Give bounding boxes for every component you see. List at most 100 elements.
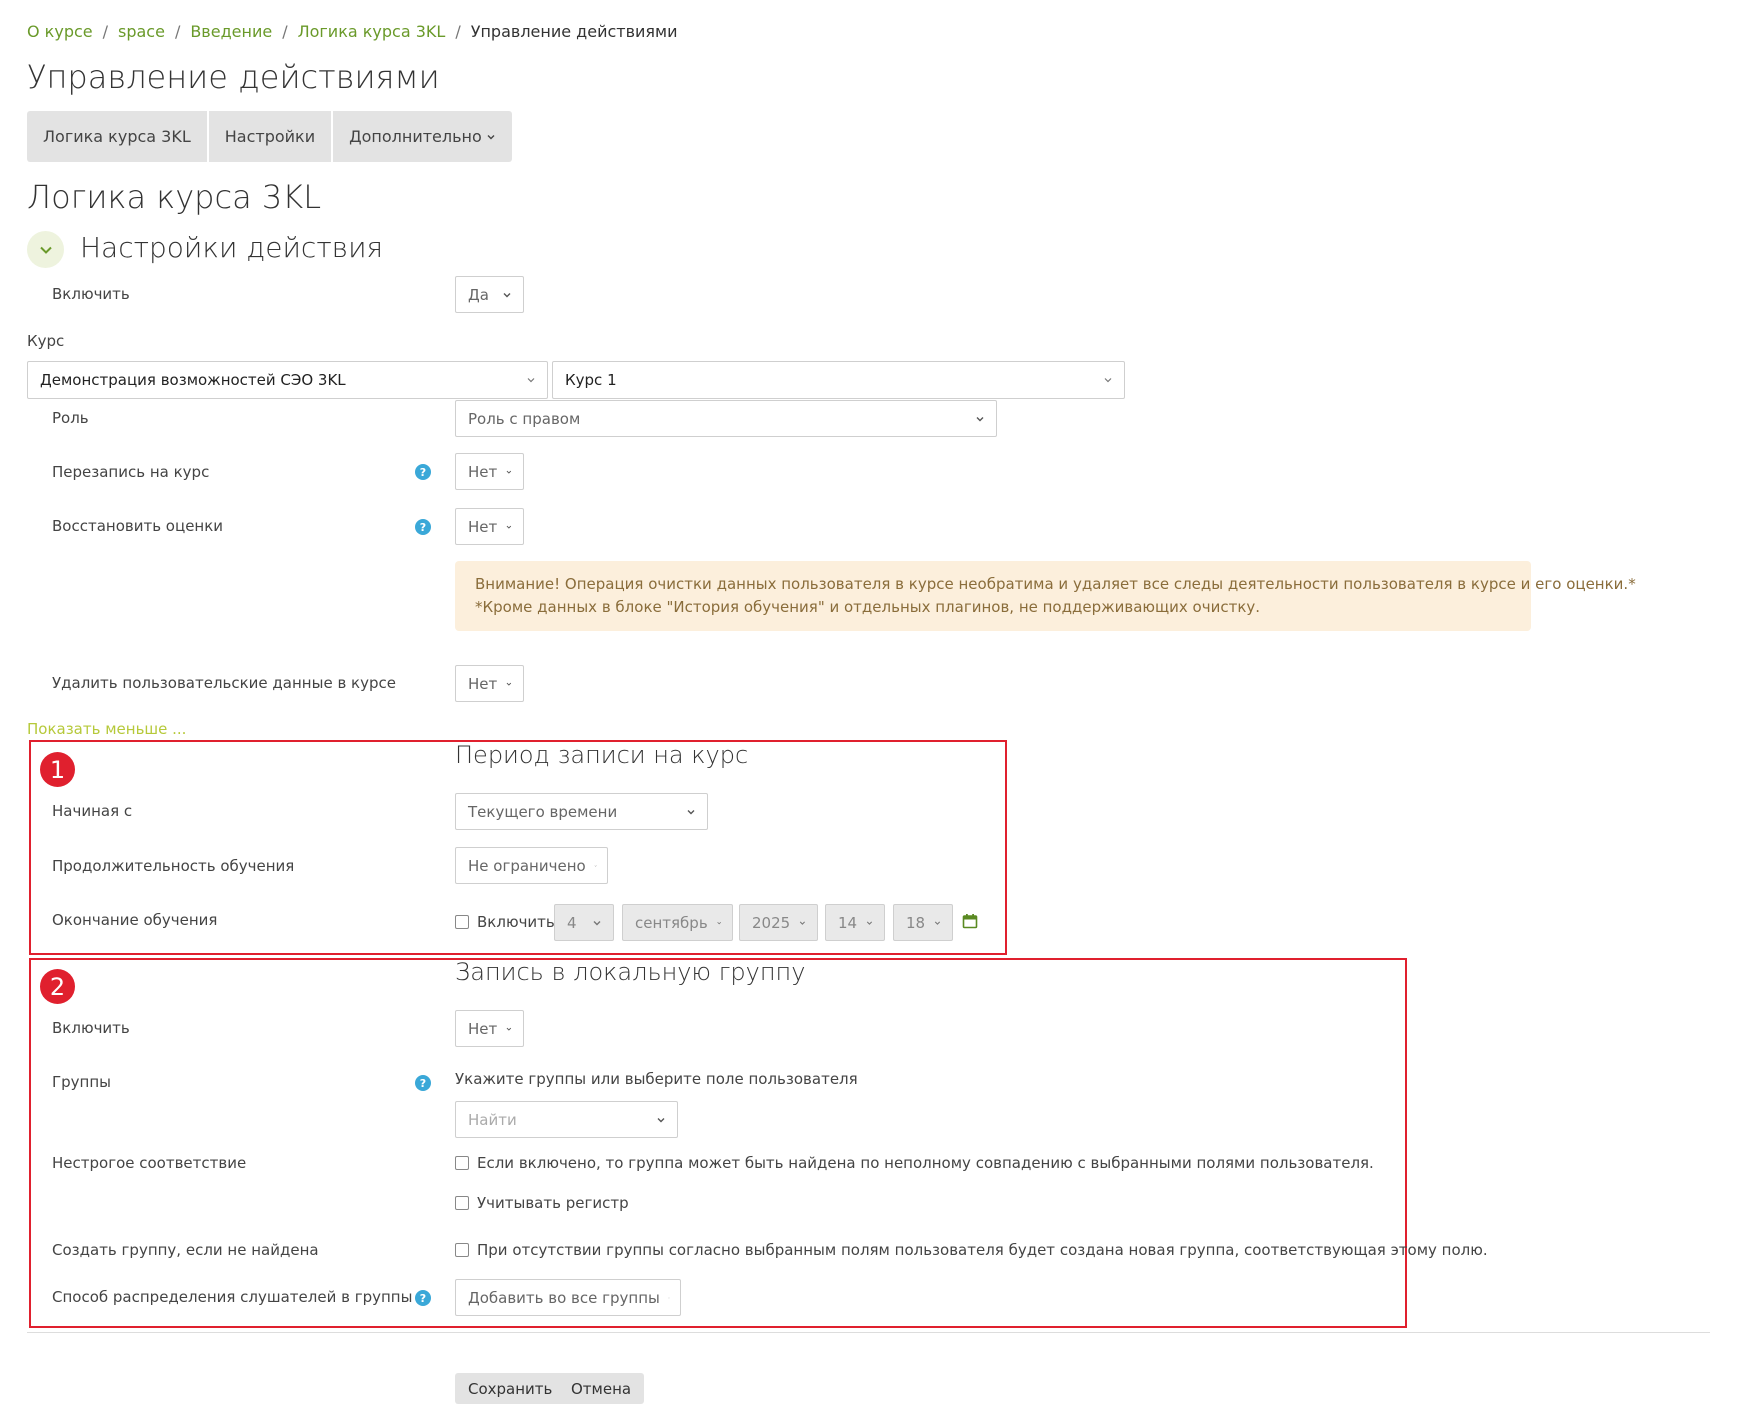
role-select[interactable]: Роль с правом bbox=[455, 400, 997, 437]
chevron-down-icon bbox=[506, 682, 512, 686]
create-group-label: Создать группу, если не найдена bbox=[52, 1241, 319, 1259]
annotation-badge-1: 1 bbox=[40, 752, 75, 787]
help-icon[interactable]: ? bbox=[415, 1075, 431, 1091]
loose-match-label: Нестрогое соответствие bbox=[52, 1154, 247, 1172]
chevron-down-icon bbox=[934, 921, 941, 925]
breadcrumb-separator: / bbox=[174, 22, 181, 41]
groups-search-select[interactable]: Найти bbox=[455, 1101, 678, 1138]
save-button[interactable]: Сохранить bbox=[455, 1373, 566, 1404]
course-select[interactable]: Курс 1 bbox=[552, 361, 1125, 399]
chevron-down-icon bbox=[594, 864, 597, 867]
distribution-label: Способ распределения слушателей в группы bbox=[52, 1288, 413, 1306]
enable-label: Включить bbox=[52, 285, 130, 303]
group-enable-select[interactable]: Нет bbox=[455, 1010, 524, 1047]
warning-alert-line2: *Кроме данных в блоке "История обучения"… bbox=[475, 598, 1261, 616]
chevron-down-icon bbox=[1104, 378, 1112, 383]
end-enable-label: Включить bbox=[477, 913, 555, 931]
distribution-select[interactable]: Добавить во все группы bbox=[455, 1279, 681, 1316]
chevron-down-icon bbox=[668, 1297, 670, 1298]
page-title: Управление действиями bbox=[27, 58, 440, 96]
breadcrumb-link-space[interactable]: space bbox=[118, 22, 165, 41]
group-enable-label: Включить bbox=[52, 1019, 130, 1037]
end-enable-checkbox[interactable] bbox=[455, 915, 469, 929]
help-icon[interactable]: ? bbox=[415, 519, 431, 535]
tab-bar: Логика курса 3KL Настройки Дополнительно bbox=[27, 111, 512, 162]
chevron-down-icon bbox=[687, 809, 695, 814]
start-label: Начиная с bbox=[52, 802, 133, 820]
end-enable-row[interactable]: Включить bbox=[455, 913, 555, 931]
calendar-icon[interactable] bbox=[962, 913, 978, 929]
end-year-value: 2025 bbox=[752, 913, 791, 932]
period-section-title: Период записи на курс bbox=[455, 741, 749, 769]
help-icon[interactable]: ? bbox=[415, 464, 431, 480]
chevron-down-icon bbox=[506, 470, 512, 474]
breadcrumb-current: Управление действиями bbox=[470, 22, 678, 41]
groups-hint: Укажите группы или выберите поле пользов… bbox=[455, 1070, 858, 1088]
duration-label: Продолжительность обучения bbox=[52, 857, 295, 875]
distribution-value: Добавить во все группы bbox=[468, 1288, 660, 1307]
restore-grades-value: Нет bbox=[468, 517, 498, 536]
role-value: Роль с правом bbox=[468, 409, 581, 428]
show-less-link[interactable]: Показать меньше ... bbox=[27, 720, 186, 738]
end-hour-value: 14 bbox=[838, 913, 858, 932]
section-title: Настройки действия bbox=[80, 231, 384, 264]
course-category-select[interactable]: Демонстрация возможностей СЭО 3KL bbox=[27, 361, 548, 399]
enable-value: Да bbox=[468, 285, 489, 304]
course-value: Курс 1 bbox=[565, 371, 617, 389]
end-month-select[interactable]: сентябрь bbox=[622, 904, 733, 941]
chevron-down-icon bbox=[506, 1027, 512, 1031]
breadcrumb-link-about[interactable]: О курсе bbox=[27, 22, 93, 41]
loose-match-checkbox[interactable] bbox=[455, 1156, 469, 1170]
breadcrumb: О курсе / space / Введение / Логика курс… bbox=[27, 22, 678, 41]
loose-match-row[interactable]: Если включено, то группа может быть найд… bbox=[455, 1154, 1374, 1172]
annotation-badge-2: 2 bbox=[40, 969, 75, 1004]
chevron-down-icon bbox=[800, 921, 806, 925]
breadcrumb-separator: / bbox=[455, 22, 461, 41]
course-category-value: Демонстрация возможностей СЭО 3KL bbox=[40, 371, 346, 389]
chevron-down-icon bbox=[716, 921, 721, 924]
delete-user-data-value: Нет bbox=[468, 674, 498, 693]
chevron-down-icon bbox=[593, 920, 601, 925]
start-select[interactable]: Текущего времени bbox=[455, 793, 708, 830]
course-label: Курс bbox=[27, 332, 65, 350]
group-section-title: Запись в локальную группу bbox=[455, 958, 806, 986]
groups-search-placeholder: Найти bbox=[468, 1110, 517, 1129]
breadcrumb-link-logic[interactable]: Логика курса 3KL bbox=[298, 22, 446, 41]
create-group-row[interactable]: При отсутствии группы согласно выбранным… bbox=[455, 1241, 1488, 1259]
end-year-select[interactable]: 2025 bbox=[739, 904, 818, 941]
cancel-button[interactable]: Отмена bbox=[558, 1373, 645, 1404]
subpage-title: Логика курса 3KL bbox=[27, 178, 322, 216]
tab-settings[interactable]: Настройки bbox=[209, 111, 334, 162]
chevron-down-icon bbox=[503, 292, 511, 297]
end-minute-value: 18 bbox=[906, 913, 926, 932]
breadcrumb-separator: / bbox=[102, 22, 108, 41]
reenrol-select[interactable]: Нет bbox=[455, 453, 524, 490]
chevron-down-icon bbox=[657, 1117, 665, 1122]
group-enable-value: Нет bbox=[468, 1019, 498, 1038]
end-day-select[interactable]: 4 bbox=[554, 904, 614, 941]
create-group-checkbox[interactable] bbox=[455, 1243, 469, 1257]
section-collapse-button[interactable] bbox=[27, 231, 64, 268]
delete-user-data-select[interactable]: Нет bbox=[455, 665, 524, 702]
duration-select[interactable]: Не ограничено bbox=[455, 847, 608, 884]
role-label: Роль bbox=[52, 409, 89, 427]
start-value: Текущего времени bbox=[468, 802, 618, 821]
duration-value: Не ограничено bbox=[468, 856, 586, 875]
warning-alert-line1: Внимание! Операция очистки данных пользо… bbox=[475, 575, 1636, 593]
enable-select[interactable]: Да bbox=[455, 276, 524, 313]
chevron-down-icon bbox=[527, 378, 535, 383]
breadcrumb-separator: / bbox=[282, 22, 288, 41]
tab-logic[interactable]: Логика курса 3KL bbox=[27, 111, 209, 162]
end-minute-select[interactable]: 18 bbox=[893, 904, 953, 941]
help-icon[interactable]: ? bbox=[415, 1290, 431, 1306]
annotation-box-group bbox=[29, 958, 1407, 1328]
loose-match-checkbox-label: Если включено, то группа может быть найд… bbox=[477, 1154, 1374, 1172]
chevron-down-icon bbox=[976, 416, 984, 421]
case-sensitive-row[interactable]: Учитывать регистр bbox=[455, 1194, 629, 1212]
tab-more[interactable]: Дополнительно bbox=[333, 111, 512, 162]
chevron-down-icon bbox=[506, 525, 512, 529]
end-hour-select[interactable]: 14 bbox=[825, 904, 885, 941]
case-sensitive-checkbox[interactable] bbox=[455, 1196, 469, 1210]
breadcrumb-link-intro[interactable]: Введение bbox=[190, 22, 272, 41]
restore-grades-select[interactable]: Нет bbox=[455, 508, 524, 545]
